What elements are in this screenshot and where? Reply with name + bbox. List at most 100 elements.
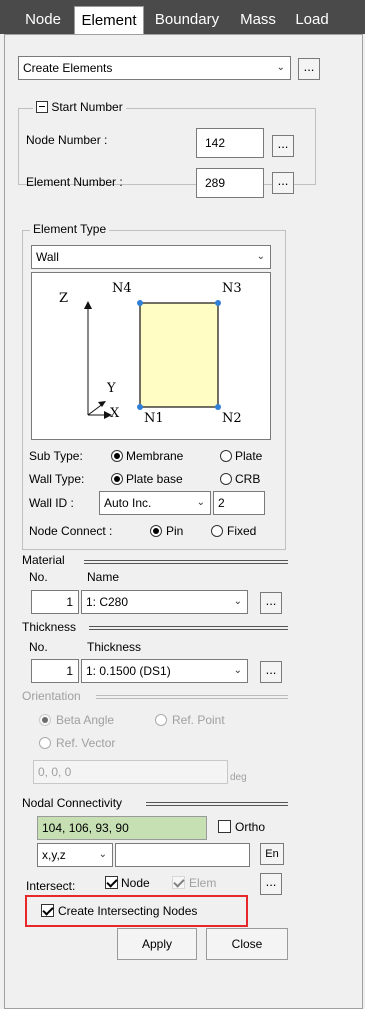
wall-type-crb-label: CRB <box>235 472 261 486</box>
wall-id-mode-select[interactable]: Auto Inc. ⌄ <box>99 491 211 515</box>
thickness-divider <box>89 626 288 630</box>
element-number-label: Element Number : <box>26 175 123 189</box>
n1-label: N1 <box>144 411 164 426</box>
node-connect-pin-label: Pin <box>166 524 184 538</box>
tab-mass[interactable]: Mass <box>232 6 284 34</box>
wall-id-label: Wall ID : <box>29 496 74 510</box>
node-dot-n1 <box>137 404 143 410</box>
mode-select-value: Create Elements <box>23 61 113 75</box>
coordinate-select[interactable]: x,y,z ⌄ <box>37 843 113 867</box>
wall-type-label: Wall Type: <box>29 472 85 486</box>
orientation-beta-angle-radio[interactable] <box>39 714 51 726</box>
chevron-down-icon: ⌄ <box>276 62 285 73</box>
node-number-button[interactable]: ... <box>272 135 294 157</box>
wall-id-mode-value: Auto Inc. <box>104 496 152 510</box>
material-divider <box>84 560 288 564</box>
start-number-label: Start Number <box>51 100 123 114</box>
mode-options-button[interactable]: ... <box>298 58 320 80</box>
node-connect-fixed-radio[interactable] <box>211 525 223 537</box>
sub-type-label: Sub Type: <box>29 449 83 463</box>
intersect-options-button[interactable]: ... <box>260 873 282 895</box>
wall-type-crb-radio[interactable] <box>220 473 232 485</box>
node-connect-pin-radio[interactable] <box>150 525 162 537</box>
material-no-header: No. <box>29 570 48 584</box>
collapse-icon[interactable] <box>36 101 48 113</box>
node-number-label: Node Number : <box>26 133 108 147</box>
material-select-value: 1: C280 <box>86 595 129 609</box>
chevron-down-icon: ⌄ <box>233 665 242 676</box>
node-dot-n4 <box>137 300 143 306</box>
coordinate-input[interactable] <box>115 843 250 867</box>
start-number-legend[interactable]: Start Number <box>33 100 126 114</box>
tab-node[interactable]: Node <box>14 6 72 34</box>
x-label: X <box>110 406 120 421</box>
nodal-connectivity-divider <box>146 802 288 806</box>
z-arrow-icon <box>84 301 92 309</box>
intersect-elem-label: Elem <box>189 876 217 890</box>
y-label: Y <box>107 381 116 396</box>
node-dot-n2 <box>215 404 221 410</box>
orientation-beta-angle-label: Beta Angle <box>56 713 115 727</box>
wall-type-plate-base-label: Plate base <box>126 472 183 486</box>
close-button[interactable]: Close <box>206 928 288 960</box>
orientation-divider <box>96 695 288 699</box>
material-name-header: Name <box>87 570 120 584</box>
material-options-button[interactable]: ... <box>260 592 282 614</box>
element-number-field[interactable]: 289 <box>196 168 264 198</box>
intersect-node-label: Node <box>121 876 150 890</box>
element-number-button[interactable]: ... <box>272 172 294 194</box>
sub-type-plate-radio[interactable] <box>220 450 232 462</box>
element-type-select[interactable]: Wall ⌄ <box>31 245 271 269</box>
thickness-select[interactable]: 1: 0.1500 (DS1) ⌄ <box>81 659 248 683</box>
create-intersecting-nodes-label: Create Intersecting Nodes <box>58 904 198 918</box>
thickness-no-header: No. <box>29 640 48 654</box>
thickness-no-field[interactable]: 1 <box>31 659 79 683</box>
tab-boundary[interactable]: Boundary <box>146 6 228 34</box>
orientation-ref-vector-label: Ref. Vector <box>56 736 116 750</box>
chevron-down-icon: ⌄ <box>256 251 265 262</box>
enter-button[interactable]: En <box>260 843 284 865</box>
ortho-checkbox[interactable] <box>218 820 231 833</box>
sub-type-membrane-radio[interactable] <box>111 450 123 462</box>
orientation-ref-point-radio[interactable] <box>155 714 167 726</box>
intersect-node-checkbox[interactable] <box>105 876 118 889</box>
wall-id-field[interactable]: 2 <box>213 491 265 515</box>
apply-button[interactable]: Apply <box>117 928 197 960</box>
wall-type-plate-base-radio[interactable] <box>111 473 123 485</box>
chevron-down-icon: ⌄ <box>98 849 107 860</box>
intersect-label: Intersect: <box>26 879 76 893</box>
thickness-name-header: Thickness <box>87 640 142 654</box>
nodal-connectivity-field[interactable]: 104, 106, 93, 90 <box>37 816 207 840</box>
thickness-options-button[interactable]: ... <box>260 661 282 683</box>
thickness-title: Thickness <box>22 620 77 634</box>
material-select[interactable]: 1: C280 ⌄ <box>81 590 248 614</box>
mode-select[interactable]: Create Elements ⌄ <box>18 56 291 80</box>
nodal-connectivity-title: Nodal Connectivity <box>22 796 123 810</box>
node-dot-n3 <box>215 300 221 306</box>
n2-label: N2 <box>222 411 242 426</box>
orientation-title: Orientation <box>22 689 81 703</box>
z-label: Z <box>59 291 69 306</box>
tab-element[interactable]: Element <box>74 6 144 34</box>
n4-label: N4 <box>112 281 132 296</box>
tab-bar: Node Element Boundary Mass Load <box>0 0 365 34</box>
wall-shape <box>139 302 219 408</box>
tab-load[interactable]: Load <box>287 6 337 34</box>
thickness-select-value: 1: 0.1500 (DS1) <box>86 664 171 678</box>
material-no-field[interactable]: 1 <box>31 590 79 614</box>
orientation-unit-label: deg <box>230 772 247 783</box>
material-title: Material <box>22 553 65 567</box>
element-type-value: Wall <box>36 250 59 264</box>
create-intersecting-nodes-checkbox[interactable] <box>41 904 54 917</box>
element-type-legend: Element Type <box>30 222 110 236</box>
chevron-down-icon: ⌄ <box>196 497 205 508</box>
orientation-ref-vector-radio[interactable] <box>39 737 51 749</box>
chevron-down-icon: ⌄ <box>233 596 242 607</box>
node-connect-fixed-label: Fixed <box>227 524 257 538</box>
intersect-elem-checkbox[interactable] <box>172 876 185 889</box>
sub-type-membrane-label: Membrane <box>126 449 184 463</box>
node-number-field[interactable]: 142 <box>196 128 264 158</box>
ortho-label: Ortho <box>235 820 266 834</box>
orientation-value-field[interactable]: 0, 0, 0 <box>33 760 228 784</box>
sub-type-plate-label: Plate <box>235 449 263 463</box>
